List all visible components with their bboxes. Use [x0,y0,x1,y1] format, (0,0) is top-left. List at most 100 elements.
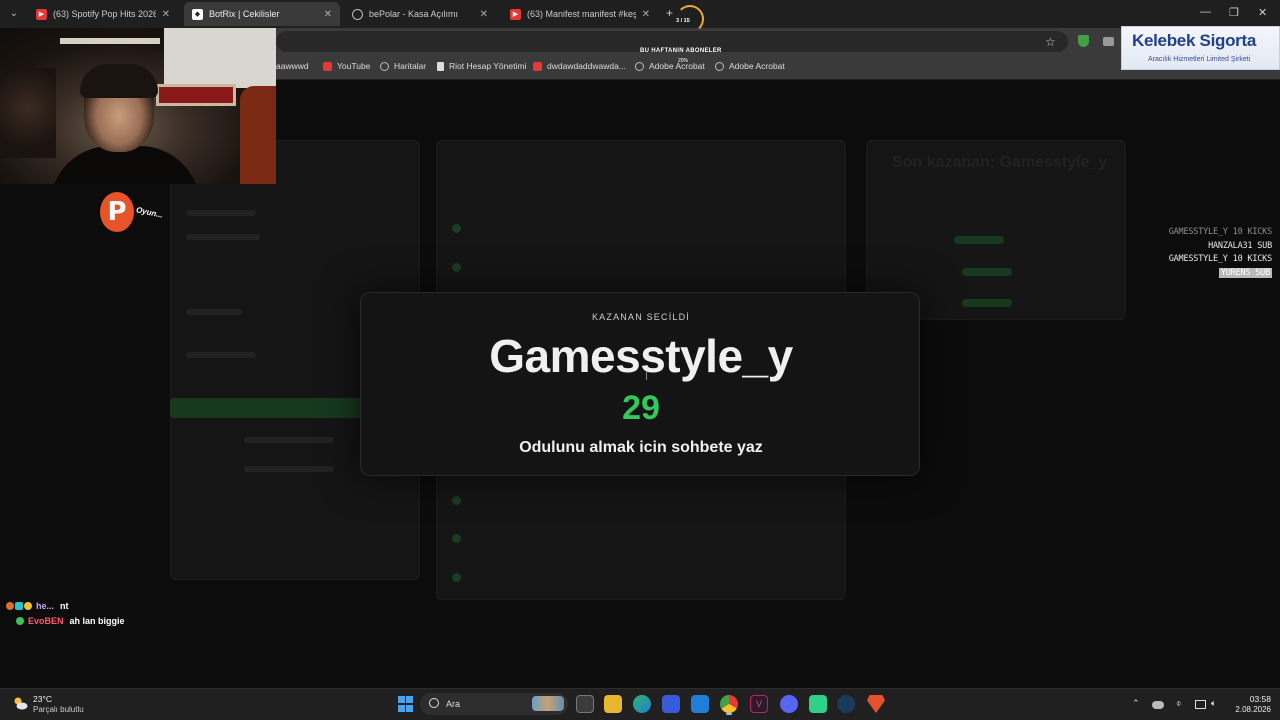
chat-username: EvoBEN [28,615,64,626]
tab-spotify-pop-hits[interactable]: ▶ (63) Spotify Pop Hits 2026 ♫ La ✕ [28,2,178,26]
minimize-icon[interactable]: — [1200,6,1211,18]
tab-manifest[interactable]: ▶ (63) Manifest manifest #keşfet ✕ [502,2,658,26]
sponsor-subtitle: Aracılık Hizmetleri Limited Şirketi [1148,56,1251,63]
bookmark-riot[interactable]: Riot Hesap Yönetimi [437,61,526,71]
webcam-feed [0,28,276,184]
discord-icon[interactable] [780,695,798,713]
chrome-icon[interactable] [720,695,738,713]
weather-temperature[interactable]: 23°C [33,694,52,704]
close-icon[interactable]: ✕ [642,9,650,20]
chat-badge-icon [15,601,23,610]
bookmark-label: Adobe Acrobat [729,61,785,71]
volume-icon[interactable]: 🔈︎ [1211,698,1216,709]
sub-goal-gauge: 3 / 15 [672,5,706,33]
close-icon[interactable]: ✕ [324,9,332,20]
chat-text: nt [60,600,69,611]
bookmark-adobe-2[interactable]: Adobe Acrobat [715,61,785,71]
ghost-text [244,466,334,472]
ghost-text [186,210,256,216]
edge-icon[interactable] [633,695,651,713]
bookmark-label: Riot Hesap Yönetimi [449,61,527,71]
sponsor-banner: Kelebek Sigorta Aracılık Hizmetleri Limi… [1121,26,1280,70]
extension-icon[interactable] [1103,37,1114,46]
status-dot [452,573,461,582]
chat-badge-icon [24,601,32,610]
network-icon[interactable] [1195,700,1206,709]
bookmark-dwdaw[interactable]: dwdawdaddwawda... [533,61,626,71]
chat-username: he... [36,600,55,611]
chat-message: EvoBEN ah lan biggie [6,613,125,628]
tab-title: BotRix | Cekilisler [209,9,280,19]
outlook-icon[interactable] [691,695,709,713]
webcam-lamp [0,68,56,158]
ghost-bar [954,236,1004,244]
chat-badge-icon [6,601,14,610]
bookmark-haritalar[interactable]: Haritalar [380,61,426,71]
maximize-icon[interactable]: ❐ [1229,6,1239,19]
feed-item: HANZALA31 SUB [1208,240,1272,251]
ghost-bar [962,268,1012,276]
weather-partly-cloudy-icon[interactable] [12,696,28,710]
winner-kicker: KAZANAN SECİLDİ [591,312,691,322]
text-cursor-icon [646,371,650,380]
ghost-text [186,234,260,240]
search-label: Ara [446,699,461,709]
chat-message: he... nt [6,598,125,613]
close-icon[interactable]: ✕ [162,9,170,20]
ghost-bar [962,299,1012,307]
webcam-frame [156,84,236,106]
clock-time[interactable]: 03:58 [1243,694,1271,704]
bookmark-adobe-1[interactable]: Adobe Acrobat [635,61,705,71]
ghost-text [186,352,256,358]
globe-icon [715,61,724,71]
channel-logo-icon: P [100,192,134,232]
bookmark-label: YouTube [337,61,371,71]
bookmark-label: aawwwd [276,61,309,71]
task-view-icon[interactable] [576,695,594,713]
windows-start-icon[interactable] [396,695,414,713]
clock-date[interactable]: 2.08.2026 [1230,705,1271,714]
status-dot [452,496,461,505]
status-dot [452,534,461,543]
game-app-icon[interactable] [809,695,827,713]
microphone-icon[interactable]: ⌽ [1176,698,1181,709]
chrome-active-indicator [726,713,732,715]
botrix-icon: ◆ [192,8,203,20]
feed-item: GAMESSTYLE_Y 10 KICKS [1168,254,1272,264]
tab-title: (63) Manifest manifest #keşfet [527,9,636,19]
search-icon [429,698,439,708]
bookmark-star-icon[interactable]: ☆ [1045,35,1056,49]
tray-overflow-chevron-icon[interactable]: ⌃ [1132,698,1140,709]
close-icon[interactable]: ✕ [480,9,488,20]
youtube-icon: ▶ [36,8,47,20]
bookmark-label: Haritalar [394,61,427,71]
close-window-icon[interactable]: ✕ [1258,6,1267,19]
bookmark-aawwwd[interactable]: aawwwd [276,61,309,71]
tray-cloud-icon[interactable] [1152,701,1164,709]
webcam-chair [240,86,276,184]
tab-botrix-cekilisler[interactable]: ◆ BotRix | Cekilisler ✕ [184,2,340,26]
app-icon[interactable]: V [750,695,768,713]
feed-item: YURENS SUB [1169,267,1272,281]
webcam-streamer-hair [80,64,158,98]
ghost-text [186,309,242,315]
store-icon[interactable] [662,695,680,713]
steam-icon[interactable] [837,695,855,713]
status-dot [452,224,461,233]
tab-bepolar[interactable]: bePolar - Kasa Açılımı ✕ [344,2,496,26]
weather-description[interactable]: Parçalı bulutlu [33,705,84,714]
chat-text: ah lan biggie [69,615,125,626]
file-explorer-icon[interactable] [604,695,622,713]
tab-list-chevron-icon[interactable]: ⌄ [6,6,22,22]
ghost-text [244,437,334,443]
bookmark-youtube[interactable]: YouTube [323,61,370,71]
tab-title: bePolar - Kasa Açılımı [369,9,459,19]
ghost-winner-title: Son kazanan: Gamesstyle_y [892,154,1108,171]
winner-name: Gamesstyle_y [489,330,793,382]
screen: ⌄ ▶ (63) Spotify Pop Hits 2026 ♫ La ✕ ◆ … [0,0,1280,720]
feed-item: GAMESSTYLE_Y 10 KICKS [1168,227,1272,237]
start-button[interactable] [170,398,366,418]
globe-icon [352,8,363,20]
shield-extension-icon[interactable] [1078,35,1089,47]
globe-icon [635,61,644,71]
